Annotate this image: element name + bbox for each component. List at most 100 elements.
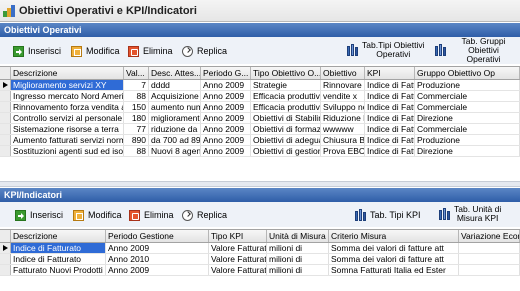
row-indicator[interactable] [0,243,11,253]
table-cell[interactable]: Prova EBC [321,146,365,156]
table-cell[interactable]: 180 [124,113,149,123]
column-header[interactable]: Tipo Obiettivo O... [251,67,321,79]
table-cell[interactable]: Commerciale [415,124,520,134]
table-row[interactable]: Ingresso mercato Nord America 88 Acquisizi… [0,91,520,102]
table-cell[interactable]: da 700 ad 890 [149,135,201,145]
table-cell[interactable]: Sistemazione risorse a terra [11,124,124,134]
table-row[interactable]: Sostituzioni agenti sud ed isole 88 Nuovi … [0,146,520,157]
table-cell[interactable]: 150 [124,102,149,112]
table-cell[interactable]: Efficacia produttiva [251,102,321,112]
kpi-replica-button[interactable]: Replica [179,205,230,225]
tipi-kpi-button[interactable]: Tab. Tipi KPI [352,205,424,225]
table-cell[interactable]: milioni di [267,254,329,264]
table-cell[interactable]: wwwww [321,124,365,134]
table-row[interactable]: Aumento fatturati servizi normali 890 da 7… [0,135,520,146]
table-cell[interactable]: Somma dei valori di fatture att [329,254,459,264]
row-indicator[interactable] [0,146,11,156]
table-cell[interactable]: 88 [124,91,149,101]
gruppi-obiettivi-button[interactable]: Tab. Gruppi Obiettivi Operativi [432,36,520,63]
table-cell[interactable]: Obiettivi di adegua [251,135,321,145]
row-indicator[interactable] [0,113,11,123]
table-cell[interactable]: Valore Fatturato [209,265,267,275]
table-cell[interactable]: Indice di Fattu [365,113,415,123]
table-cell[interactable]: Strategie [251,80,321,90]
table-cell[interactable]: riduzione da 1: [149,124,201,134]
row-indicator[interactable] [0,91,11,101]
table-row[interactable]: Indice di Fatturato Anno 2009 Valore Fattu… [0,243,520,254]
kpi-delete-button[interactable]: Elimina [126,205,177,225]
table-cell[interactable]: Efficacia produttiva [251,91,321,101]
table-cell[interactable]: Riduzione L [321,113,365,123]
objectives-delete-button[interactable]: Elimina [125,41,176,61]
table-cell[interactable]: Fatturato Nuovi Prodotti [11,265,106,275]
row-indicator[interactable] [0,265,11,275]
table-cell[interactable]: Anno 2009 [201,124,251,134]
kpi-insert-button[interactable]: Inserisci [12,205,66,225]
row-indicator[interactable] [0,135,11,145]
table-cell[interactable]: 7 [124,80,149,90]
table-row[interactable]: Fatturato Nuovi Prodotti Anno 2009 Valore … [0,265,520,276]
table-cell[interactable]: Anno 2009 [201,146,251,156]
objectives-replica-button[interactable]: Replica [179,41,230,61]
table-cell[interactable]: Indice di Fattu [365,124,415,134]
table-cell[interactable]: Valore Fatturato [209,243,267,253]
table-cell[interactable]: Indice di Fattu [365,146,415,156]
column-header[interactable]: Obiettivo [321,67,365,79]
table-cell[interactable]: Anno 2010 [106,254,209,264]
table-row[interactable]: Rinnovamento forza vendita area Nord150a… [0,102,520,113]
column-header[interactable]: Descrizione [11,230,106,242]
table-cell[interactable]: Ingresso mercato Nord America [11,91,124,101]
column-header[interactable]: Periodo G... [201,67,251,79]
table-cell[interactable]: Controllo servizi al personale [11,113,124,123]
table-cell[interactable]: Commerciale [415,102,520,112]
table-cell[interactable]: 77 [124,124,149,134]
table-cell[interactable]: Anno 2009 [201,135,251,145]
table-cell[interactable]: Indice di Fattu [365,91,415,101]
table-cell[interactable]: Valore Fatturato [209,254,267,264]
table-cell[interactable]: Produzione [415,80,520,90]
table-cell[interactable] [459,254,520,264]
table-cell[interactable] [459,243,520,253]
table-cell[interactable]: Anno 2009 [201,102,251,112]
table-cell[interactable]: Indice di Fatturato [11,254,106,264]
table-cell[interactable]: Anno 2009 [201,113,251,123]
column-header[interactable]: KPI [365,67,415,79]
row-indicator[interactable] [0,102,11,112]
table-cell[interactable]: Indice di Fattu [365,102,415,112]
table-cell[interactable]: Obiettivi di Stabilim [251,113,321,123]
objectives-edit-button[interactable]: Modifica [68,41,123,61]
table-cell[interactable]: Chiusura B [321,135,365,145]
row-indicator[interactable] [0,124,11,134]
table-cell[interactable]: Indice di Fattu [365,135,415,145]
row-indicator[interactable] [0,254,11,264]
table-cell[interactable]: Somna Fatturati Italia ed Ester [329,265,459,275]
table-cell[interactable]: milioni di [267,243,329,253]
table-cell[interactable]: miglioramento I [149,113,201,123]
table-cell[interactable]: Anno 2009 [201,80,251,90]
table-row[interactable]: Controllo servizi al personale 180 miglior… [0,113,520,124]
column-header[interactable]: Variazione Econ [459,230,520,242]
column-header[interactable]: Periodo Gestione [106,230,209,242]
column-header[interactable]: Val... [124,67,149,79]
table-row[interactable]: Indice di Fatturato Anno 2010 Valore Fattu… [0,254,520,265]
table-cell[interactable]: milioni di [267,265,329,275]
table-cell[interactable]: 88 [124,146,149,156]
tipi-obiettivi-button[interactable]: Tab.Tipi Obiettivi Operativi [344,40,428,60]
table-cell[interactable]: aumento nume [149,102,201,112]
table-cell[interactable]: Acquisizione n [149,91,201,101]
table-cell[interactable] [459,265,520,275]
table-cell[interactable]: Direzione [415,113,520,123]
table-row[interactable]: Miglioramento servizi XY 7 dddd Anno 2009 St… [0,80,520,91]
table-cell[interactable]: Anno 2009 [106,265,209,275]
table-cell[interactable]: Direzione [415,146,520,156]
column-header[interactable]: Desc. Attes... [149,67,201,79]
table-cell[interactable]: Obiettivi di formazic [251,124,321,134]
table-cell[interactable]: Indice di Fatturato [11,243,106,253]
row-indicator[interactable] [0,80,11,90]
table-cell[interactable]: Commerciale [415,91,520,101]
table-row[interactable]: Sistemazione risorse a terra 77 riduzione … [0,124,520,135]
table-cell[interactable]: Somma dei valori di fatture att [329,243,459,253]
kpi-edit-button[interactable]: Modifica [70,205,125,225]
column-header[interactable]: Tipo KPI [209,230,267,242]
table-cell[interactable]: vendite x [321,91,365,101]
